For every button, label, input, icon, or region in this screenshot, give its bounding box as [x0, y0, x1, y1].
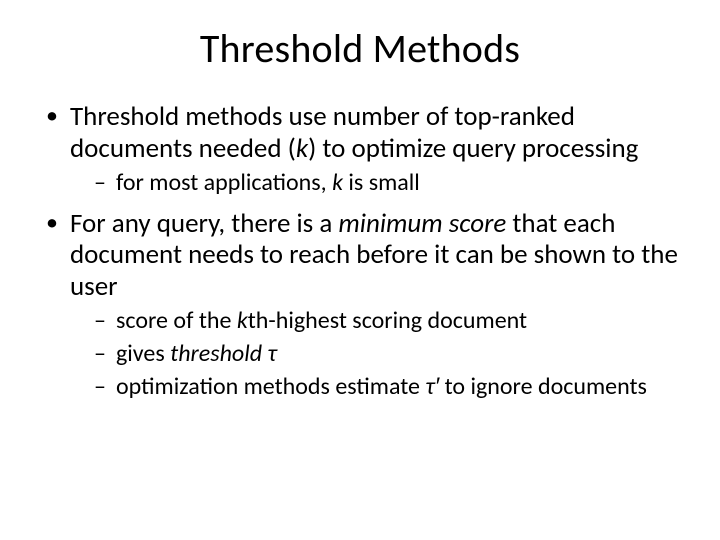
bullet-2-text-a: For any query, there is a [70, 207, 338, 240]
bullet-2-sub-2-text-a: gives [116, 339, 170, 368]
bullet-2-sub-2: gives threshold τ [92, 340, 684, 369]
bullet-1-sub-1-text-b: is small [343, 168, 420, 197]
slide-title: Threshold Methods [36, 24, 684, 73]
bullet-1-sub-1-text-a: for most applications, [116, 168, 332, 197]
bullet-2-sub-3-emph: τ′ [425, 372, 439, 401]
bullet-2: For any query, there is a minimum score … [42, 208, 684, 402]
bullet-2-sub-3: optimization methods estimate τ′ to igno… [92, 373, 684, 402]
bullet-2-emph: minimum score [338, 207, 506, 240]
bullet-1-sub-1: for most applications, k is small [92, 169, 684, 198]
bullet-1-sublist: for most applications, k is small [70, 169, 684, 198]
bullet-2-sublist: score of the kth-highest scoring documen… [70, 307, 684, 401]
bullet-2-sub-3-text-a: optimization methods estimate [116, 372, 425, 401]
bullet-2-sub-3-text-b: to ignore documents [439, 372, 647, 401]
slide: Threshold Methods Threshold methods use … [0, 0, 720, 540]
bullet-2-sub-1-var-k: k [237, 306, 248, 335]
bullet-1-text-b: ) to optimize query processing [308, 132, 638, 165]
bullet-2-sub-1-text-a: score of the [116, 306, 237, 335]
bullet-2-sub-2-emph: threshold τ [170, 339, 277, 368]
bullet-2-sub-1: score of the kth-highest scoring documen… [92, 307, 684, 336]
bullet-1-var-k: k [296, 132, 308, 165]
bullet-1: Threshold methods use number of top-rank… [42, 101, 684, 198]
bullet-2-sub-1-text-b: th-highest scoring document [248, 306, 527, 335]
bullet-1-sub-1-var-k: k [332, 168, 343, 197]
bullet-list: Threshold methods use number of top-rank… [36, 101, 684, 401]
